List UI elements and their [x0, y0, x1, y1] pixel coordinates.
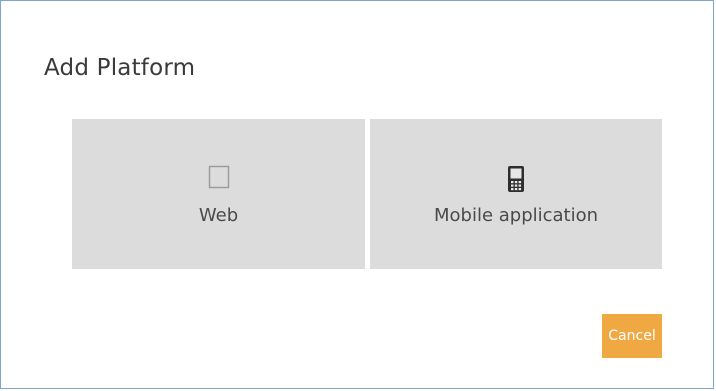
cancel-button[interactable]: Cancel — [602, 314, 662, 358]
add-platform-dialog: Add Platform Web Mobile application Canc… — [0, 0, 714, 389]
platform-tile-mobile[interactable]: Mobile application — [370, 119, 662, 269]
platform-tile-label: Mobile application — [433, 205, 599, 226]
platform-tile-web[interactable]: Web — [72, 119, 365, 269]
platform-tile-label: Web — [198, 205, 239, 226]
browser-page-icon — [208, 165, 230, 193]
dialog-title: Add Platform — [44, 55, 196, 81]
mobile-phone-icon — [506, 165, 526, 197]
